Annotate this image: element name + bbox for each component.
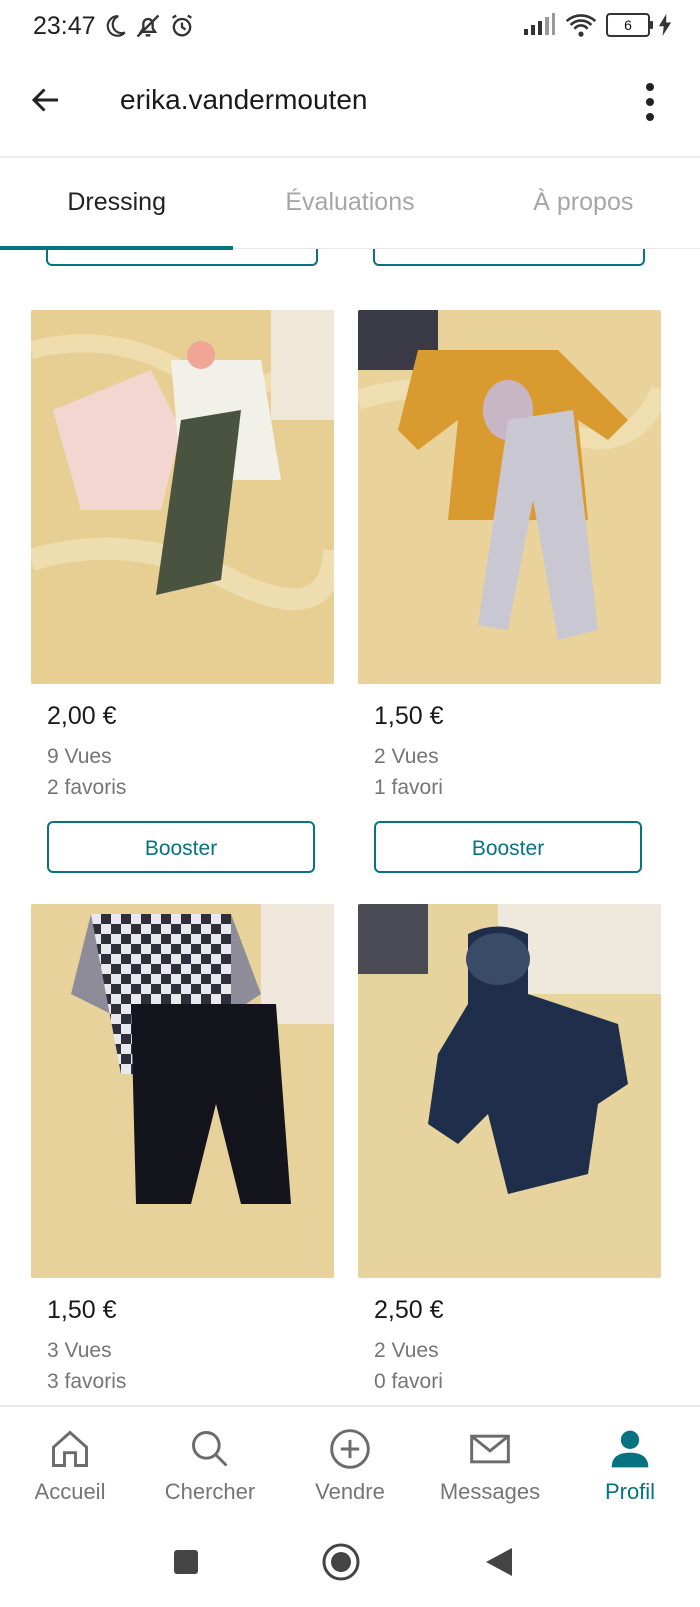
system-navigation-bar xyxy=(0,1517,700,1607)
nav-chercher[interactable]: Chercher xyxy=(140,1407,280,1519)
listing-card[interactable]: 2,50 € 2 Vues 0 favori xyxy=(358,904,661,1397)
nav-label: Chercher xyxy=(164,1479,256,1504)
listing-price: 1,50 € xyxy=(47,1296,117,1324)
bell-off-icon xyxy=(136,14,160,38)
nav-vendre[interactable]: Vendre xyxy=(280,1407,420,1519)
triangle-back-icon xyxy=(486,1548,512,1576)
listing-photo[interactable] xyxy=(31,904,334,1278)
listing-favorites: 0 favori xyxy=(374,1370,443,1393)
plus-circle-icon xyxy=(330,1429,370,1469)
nav-label: Vendre xyxy=(315,1479,385,1504)
more-vertical-icon xyxy=(646,83,654,121)
nav-messages[interactable]: Messages xyxy=(420,1407,560,1519)
moon-icon xyxy=(106,15,126,37)
nav-label: Accueil xyxy=(34,1479,106,1504)
profile-header: erika.vandermouten xyxy=(0,56,700,156)
listing-views: 2 Vues xyxy=(374,1339,439,1362)
home-system-button[interactable] xyxy=(320,1541,362,1583)
search-icon xyxy=(192,1431,228,1467)
listing-photo[interactable] xyxy=(358,310,661,684)
nav-label: Messages xyxy=(439,1479,541,1504)
back-button[interactable] xyxy=(24,78,68,122)
bottom-navigation: Accueil Chercher Vendre Messages Profil xyxy=(0,1405,700,1519)
mail-icon xyxy=(470,1434,510,1464)
signal-icon xyxy=(524,13,555,35)
wifi-icon xyxy=(565,14,597,37)
nav-profil[interactable]: Profil xyxy=(560,1407,700,1519)
profile-icon xyxy=(611,1430,649,1468)
profile-tabs: Dressing Évaluations À propos xyxy=(0,160,700,250)
charging-icon xyxy=(658,14,672,36)
page-title: erika.vandermouten xyxy=(120,84,368,115)
listing-views: 3 Vues xyxy=(47,1339,112,1362)
header-divider xyxy=(0,156,700,158)
listing-card[interactable]: 1,50 € 3 Vues 3 favoris xyxy=(31,904,334,1397)
status-bar: 23:47 6 xyxy=(0,0,700,54)
boost-button[interactable]: Booster xyxy=(374,821,642,873)
listing-price: 2,50 € xyxy=(374,1296,444,1324)
listing-card[interactable]: 2,00 € 9 Vues 2 favoris Booster xyxy=(31,310,334,873)
circle-home-icon xyxy=(322,1543,360,1581)
boost-button-partial[interactable] xyxy=(373,246,645,266)
tab-a-propos[interactable]: À propos xyxy=(467,160,700,248)
listing-favorites: 2 favoris xyxy=(47,776,127,799)
listing-price: 1,50 € xyxy=(374,702,444,730)
more-options-button[interactable] xyxy=(630,78,670,126)
recents-button[interactable] xyxy=(165,1541,207,1583)
listing-card[interactable]: 1,50 € 2 Vues 1 favori Booster xyxy=(358,310,661,873)
listings-grid: 2,00 € 9 Vues 2 favoris Booster 1,50 € 2… xyxy=(0,246,700,1405)
listing-photo[interactable] xyxy=(358,904,661,1278)
status-time: 23:47 xyxy=(33,12,96,40)
square-icon xyxy=(174,1550,198,1574)
listing-photo[interactable] xyxy=(31,310,334,684)
home-icon xyxy=(52,1430,88,1467)
listing-price: 2,00 € xyxy=(47,702,117,730)
tab-dressing[interactable]: Dressing xyxy=(0,160,234,250)
tab-evaluations[interactable]: Évaluations xyxy=(233,160,466,248)
listing-views: 2 Vues xyxy=(374,745,439,768)
listing-views: 9 Vues xyxy=(47,745,112,768)
boost-button[interactable]: Booster xyxy=(47,821,315,873)
listing-favorites: 1 favori xyxy=(374,776,443,799)
nav-label: Profil xyxy=(604,1479,656,1504)
battery-indicator: 6 xyxy=(606,13,653,37)
nav-accueil[interactable]: Accueil xyxy=(0,1407,140,1519)
back-system-button[interactable] xyxy=(478,1541,520,1583)
listing-favorites: 3 favoris xyxy=(47,1370,127,1393)
alarm-icon xyxy=(172,14,192,37)
arrow-left-icon xyxy=(31,88,58,112)
